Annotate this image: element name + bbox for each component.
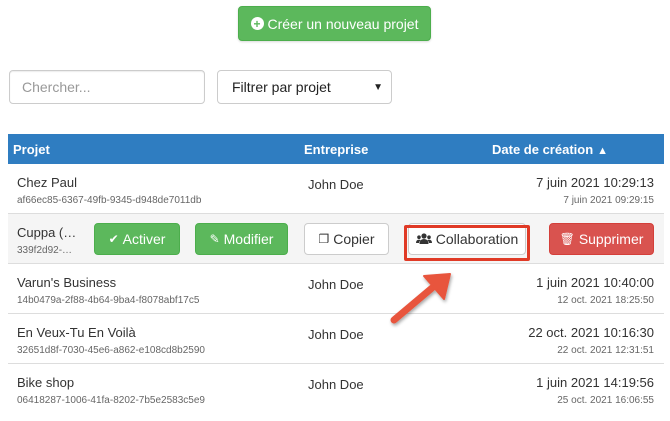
project-date-secondary: 12 oct. 2021 18:25:50 [557, 295, 654, 306]
project-name: Cuppa (… [17, 225, 77, 240]
users-icon [415, 233, 432, 245]
copy-icon: ❐ [318, 232, 330, 246]
projects-table: Projet Entreprise Date de création ▲ Chez… [8, 134, 664, 414]
collaboration-label: Collaboration [435, 231, 519, 247]
project-company: John Doe [308, 377, 364, 392]
project-date-secondary: 25 oct. 2021 16:06:55 [557, 395, 654, 406]
table-row[interactable]: Cuppa (… 339f2d92-… ✔ Activer ✎ Modifier… [8, 214, 664, 264]
create-project-label: Créer un nouveau projet [267, 15, 419, 32]
plus-circle-icon: + [250, 17, 264, 30]
collaboration-button[interactable]: Collaboration [408, 223, 526, 255]
check-icon: ✔ [108, 232, 119, 246]
project-id: af66ec85-6367-49fb-9345-d948de7011db [17, 195, 202, 206]
activate-label: Activer [122, 231, 166, 247]
chevron-down-icon: ▼ [373, 81, 383, 93]
trash-icon: 🗑 [559, 232, 575, 246]
column-header-company: Entreprise [304, 142, 369, 157]
table-row[interactable]: Varun's Business 14b0479a-2f88-4b64-9ba4… [8, 264, 664, 314]
project-date-secondary: 22 oct. 2021 12:31:51 [557, 345, 654, 356]
column-header-project: Projet [13, 142, 50, 157]
project-id: 06418287-1006-41fa-8202-7b5e2583c5e9 [17, 395, 205, 406]
column-header-created-label: Date de création [492, 142, 594, 157]
project-date: 7 juin 2021 10:29:13 [536, 175, 654, 190]
project-name: Varun's Business [17, 275, 117, 290]
project-name: Bike shop [17, 375, 75, 390]
copy-label: Copier [333, 231, 375, 247]
project-date: 22 oct. 2021 10:16:30 [528, 325, 654, 340]
project-company: John Doe [308, 327, 364, 342]
pencil-icon: ✎ [209, 232, 220, 246]
project-date: 1 juin 2021 14:19:56 [536, 375, 654, 390]
project-id: 32651d8f-7030-45e6-a862-e108cd8b2590 [17, 345, 205, 356]
project-date-secondary: 7 juin 2021 09:29:15 [563, 195, 654, 206]
delete-button[interactable]: 🗑 Supprimer [549, 223, 654, 255]
project-company: John Doe [308, 177, 364, 192]
column-header-created[interactable]: Date de création ▲ [492, 142, 608, 157]
search-input[interactable] [9, 70, 205, 104]
edit-label: Modifier [223, 231, 274, 247]
table-row[interactable]: En Veux-Tu En Voilà 32651d8f-7030-45e6-a… [8, 314, 664, 364]
table-row[interactable]: Bike shop 06418287-1006-41fa-8202-7b5e25… [8, 364, 664, 414]
activate-button[interactable]: ✔ Activer [94, 223, 180, 255]
project-date: 1 juin 2021 10:40:00 [536, 275, 654, 290]
project-name: En Veux-Tu En Voilà [17, 325, 136, 340]
table-header: Projet Entreprise Date de création ▲ [8, 134, 664, 164]
project-id: 14b0479a-2f88-4b64-9ba4-f8078abf17c5 [17, 295, 200, 306]
create-project-button[interactable]: + Créer un nouveau projet [238, 6, 431, 41]
project-filter-value: Filtrer par projet [232, 79, 331, 95]
edit-button[interactable]: ✎ Modifier [195, 223, 288, 255]
project-company: John Doe [308, 277, 364, 292]
annotation-arrow-icon [390, 273, 451, 324]
copy-button[interactable]: ❐ Copier [304, 223, 389, 255]
sort-up-icon: ▲ [597, 145, 609, 157]
project-id: 339f2d92-… [17, 245, 73, 256]
project-filter-select[interactable]: Filtrer par projet ▼ [217, 70, 392, 104]
delete-label: Supprimer [578, 231, 644, 247]
project-name: Chez Paul [17, 175, 77, 190]
table-row[interactable]: Chez Paul af66ec85-6367-49fb-9345-d948de… [8, 164, 664, 214]
